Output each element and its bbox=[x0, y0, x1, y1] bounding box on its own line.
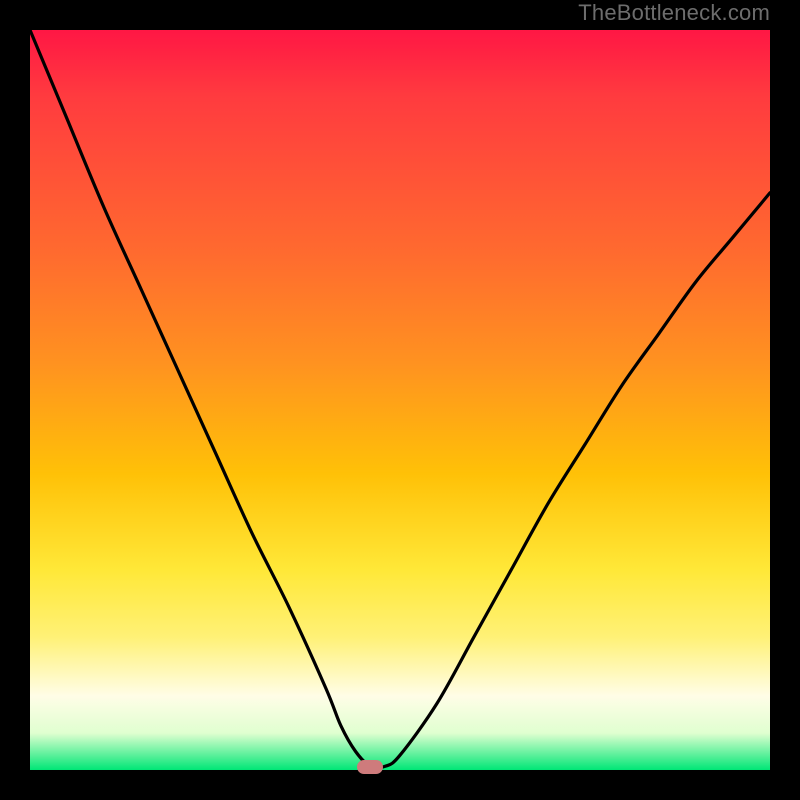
curve-path bbox=[30, 30, 770, 768]
chart-marker-pill bbox=[357, 760, 383, 774]
plot-area bbox=[30, 30, 770, 770]
curve-svg bbox=[30, 30, 770, 770]
watermark-text: TheBottleneck.com bbox=[578, 0, 770, 26]
chart-frame: TheBottleneck.com bbox=[0, 0, 800, 800]
